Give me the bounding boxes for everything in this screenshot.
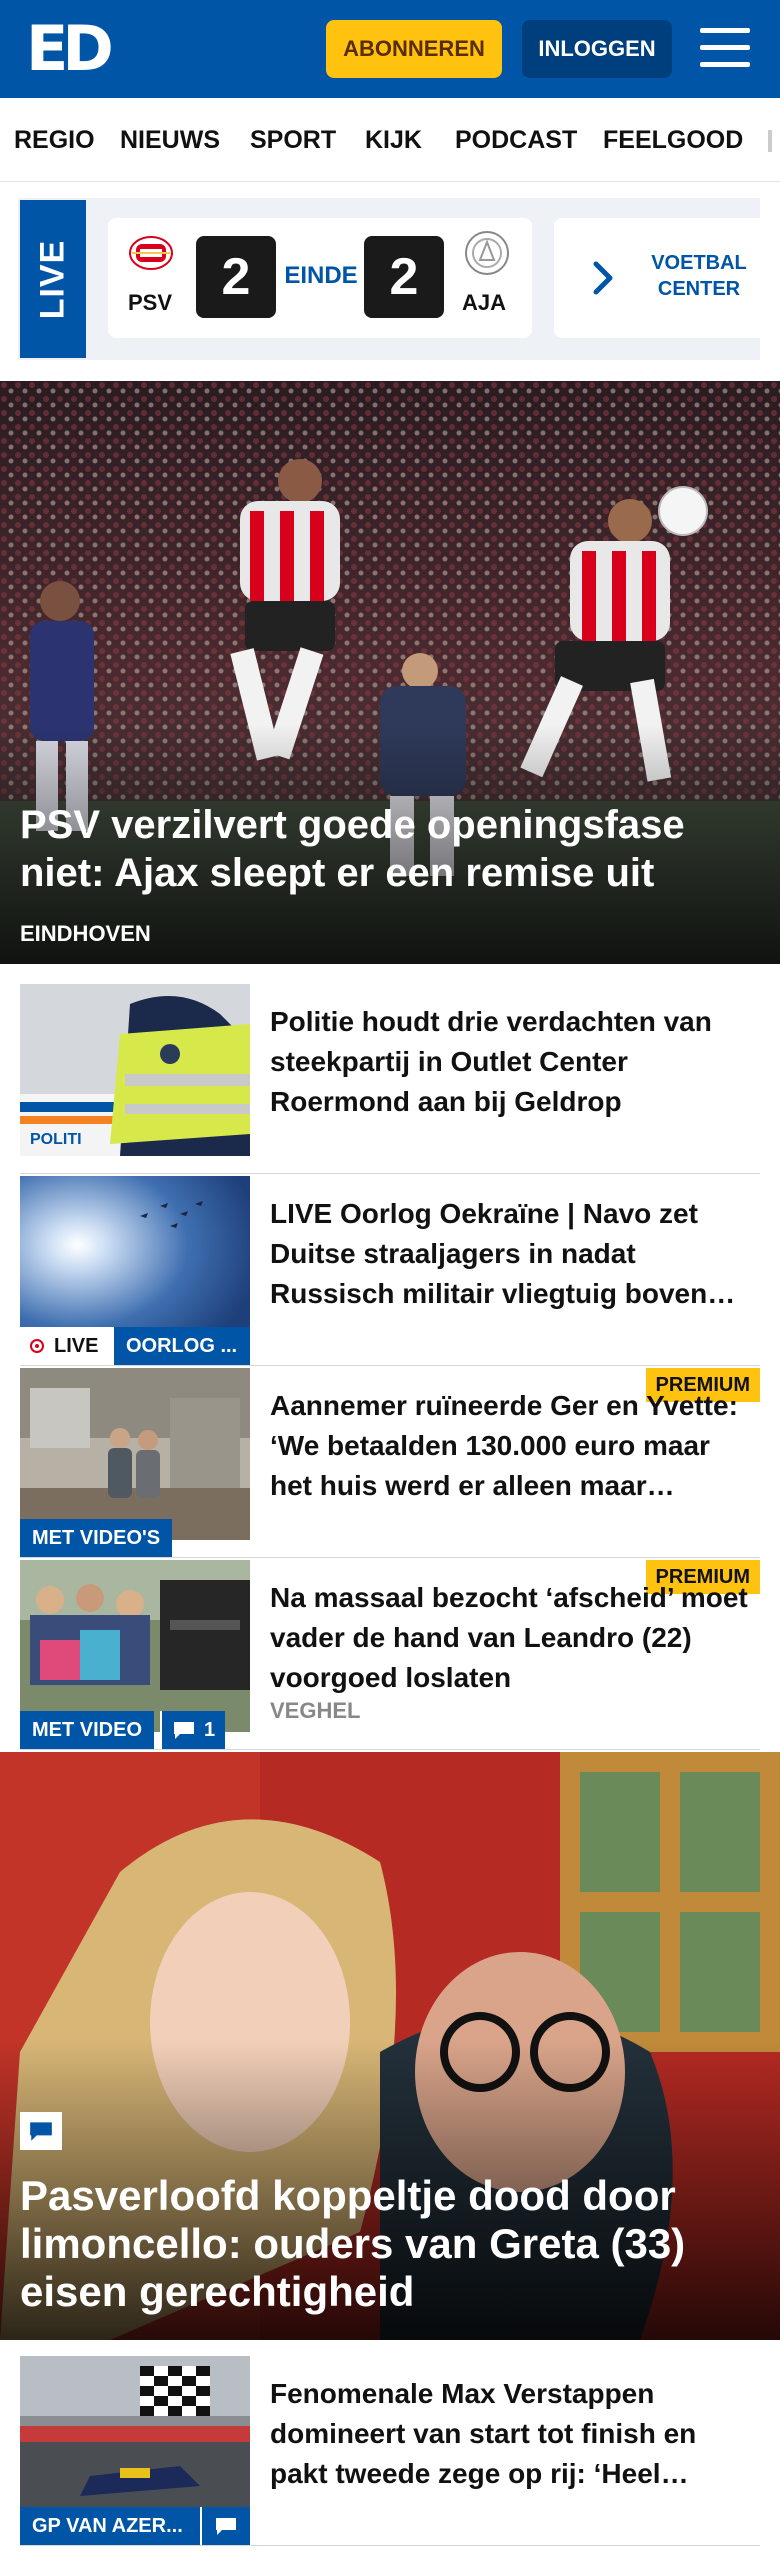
comment-bubble-icon bbox=[174, 1722, 194, 1739]
article-thumbnail bbox=[20, 1176, 250, 1348]
voetbalcenter-link[interactable]: VOETBAL CENTER bbox=[554, 218, 760, 338]
hero-location: EINDHOVEN bbox=[20, 921, 151, 946]
comment-badge[interactable] bbox=[200, 2507, 250, 2545]
article-thumbnail bbox=[20, 2356, 250, 2528]
ajax-crest-icon bbox=[465, 231, 509, 275]
category-nav: REGIO NIEUWS SPORT KIJK PODCAST FEELGOOD bbox=[0, 98, 780, 182]
home-score: 2 bbox=[196, 236, 276, 318]
login-button[interactable]: INLOGGEN bbox=[522, 20, 672, 78]
nav-item-podcast[interactable]: PODCAST bbox=[455, 98, 577, 181]
live-dot-icon bbox=[30, 1339, 44, 1353]
article-title[interactable]: Fenomenale Max Verstappen domineert van … bbox=[270, 2374, 750, 2494]
article-thumbnail: POLITI bbox=[20, 984, 250, 1156]
featured-article[interactable]: Pasverloofd koppeltje dood door limoncel… bbox=[0, 1752, 780, 2340]
article-thumbnail bbox=[20, 1368, 250, 1540]
away-score: 2 bbox=[364, 236, 444, 318]
home-team-name: PSV bbox=[128, 290, 173, 315]
nav-item-regio[interactable]: REGIO bbox=[14, 98, 95, 181]
article-title[interactable]: Politie houdt drie verdachten van steekp… bbox=[270, 1002, 750, 1122]
subscribe-button[interactable]: ABONNEREN bbox=[326, 20, 502, 78]
hamburger-menu-icon[interactable] bbox=[700, 26, 750, 70]
list-item[interactable]: POLITI Politie houdt drie verdachten van… bbox=[20, 984, 760, 1174]
comment-bubble-icon bbox=[216, 2518, 236, 2535]
voetbalcenter-label: VOETBAL CENTER bbox=[651, 252, 747, 300]
site-logo[interactable]: ED bbox=[26, 18, 114, 80]
article-tag: GP VAN AZER... bbox=[20, 2507, 200, 2545]
article-location: VEGHEL bbox=[270, 1698, 361, 1723]
svg-text:POLITI: POLITI bbox=[30, 1131, 82, 1148]
article-title[interactable]: Na massaal bezocht ‘afscheid’ moet vader… bbox=[270, 1578, 750, 1698]
article-tag: OORLOG ... bbox=[114, 1327, 250, 1365]
list-item[interactable]: GP VAN AZER... Fenomenale Max Verstappen… bbox=[20, 2356, 760, 2546]
comment-bubble-icon bbox=[30, 2122, 52, 2141]
chevron-right-icon bbox=[593, 261, 613, 295]
article-thumbnail bbox=[20, 1560, 250, 1732]
match-status: EINDE bbox=[284, 262, 358, 289]
away-team-name: AJA bbox=[462, 290, 507, 315]
nav-item-feelgood[interactable]: FEELGOOD bbox=[603, 98, 743, 181]
comment-count-badge[interactable]: 1 bbox=[160, 1711, 226, 1749]
nav-item-kijk[interactable]: KIJK bbox=[365, 98, 422, 181]
live-ticker: LIVE PSV 2 EINDE 2 AJA VOETBAL CENTER bbox=[18, 198, 760, 360]
site-header: ED ABONNEREN INLOGGEN bbox=[0, 0, 780, 98]
list-item[interactable]: PREMIUM MET VIDEO 1 Na massaal bezocht ‘… bbox=[20, 1560, 760, 1750]
article-title[interactable]: Aannemer ruïneerde Ger en Yvette: ‘We be… bbox=[270, 1386, 750, 1506]
nav-item-sport[interactable]: SPORT bbox=[250, 98, 336, 181]
psv-crest-icon bbox=[129, 236, 173, 270]
match-card[interactable]: PSV 2 EINDE 2 AJA bbox=[108, 218, 532, 338]
article-title[interactable]: LIVE Oorlog Oekraïne | Navo zet Duitse s… bbox=[270, 1194, 750, 1314]
featured-title[interactable]: Pasverloofd koppeltje dood door limoncel… bbox=[20, 2172, 740, 2316]
nav-overflow-indicator bbox=[768, 130, 772, 152]
video-badge: MET VIDEO'S bbox=[20, 1519, 173, 1557]
live-tag: LIVE bbox=[20, 200, 86, 358]
nav-item-nieuws[interactable]: NIEUWS bbox=[120, 98, 220, 181]
hero-article[interactable]: PSV verzilvert goede openingsfase niet: … bbox=[0, 381, 780, 964]
video-badge: MET VIDEO bbox=[20, 1711, 155, 1749]
live-badge: LIVE bbox=[20, 1327, 114, 1365]
list-item[interactable]: PREMIUM MET VIDEO'S Aannemer ruïneerde G… bbox=[20, 1368, 760, 1558]
list-item[interactable]: LIVE OORLOG ... LIVE Oorlog Oekraïne | N… bbox=[20, 1176, 760, 1366]
hero-title[interactable]: PSV verzilvert goede openingsfase niet: … bbox=[20, 801, 740, 897]
feature-comment-badge[interactable] bbox=[20, 2112, 62, 2150]
